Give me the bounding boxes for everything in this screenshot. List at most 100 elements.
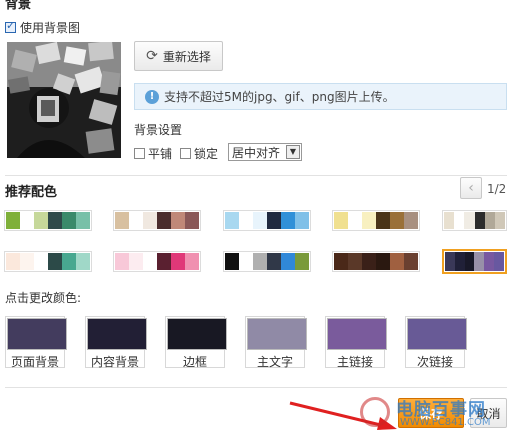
color-card[interactable]: 内容背景 (85, 316, 147, 369)
palette-swatch[interactable] (223, 251, 311, 272)
palette-color-chip (157, 212, 171, 229)
palette-color-chip (281, 253, 295, 270)
color-card[interactable]: 边框 (165, 316, 227, 369)
color-label: 边框 (182, 355, 207, 369)
color-card[interactable]: 页面背景 (5, 316, 67, 369)
change-colors-title: 点击更改颜色: (5, 291, 82, 305)
palette-color-chip (362, 212, 376, 229)
palette-color-chip (295, 212, 309, 229)
tile-option[interactable]: 平铺 (134, 145, 172, 162)
palette-color-chip (362, 253, 376, 270)
dropdown-arrow-icon[interactable]: ▼ (286, 145, 300, 159)
background-section-title: 背景 (5, 0, 32, 12)
palette-color-chip (20, 212, 34, 229)
divider-bottom (5, 387, 507, 388)
palette-color-chip (404, 212, 418, 229)
palette-color-chip (48, 253, 62, 270)
palette-swatch[interactable] (442, 249, 507, 274)
lock-label: 锁定 (194, 147, 219, 161)
color-preview[interactable] (7, 318, 67, 350)
palette-color-chip (253, 212, 267, 229)
palette-color-chip (464, 252, 475, 271)
palette-color-chip (239, 253, 253, 270)
palette-color-chip (115, 253, 129, 270)
palette-swatch[interactable] (4, 251, 92, 272)
color-preview[interactable] (167, 318, 227, 350)
reselect-button[interactable]: ⟳ 重新选择 (134, 41, 223, 71)
palette-color-chip (171, 212, 185, 229)
palette-color-chip (6, 253, 20, 270)
lock-checkbox[interactable] (180, 148, 191, 159)
palette-color-chip (484, 212, 495, 229)
palette-color-chip (334, 212, 348, 229)
palette-color-chip (48, 212, 62, 229)
color-label: 内容背景 (90, 355, 139, 369)
cancel-button[interactable]: 取消 (470, 398, 507, 428)
palette-color-chip (185, 212, 199, 229)
color-preview[interactable] (407, 318, 467, 350)
palette-color-chip (143, 253, 157, 270)
palette-color-chip (171, 253, 185, 270)
palette-color-chip (225, 253, 239, 270)
palette-color-chip (115, 212, 129, 229)
palette-color-chip (464, 212, 475, 229)
lock-option[interactable]: 锁定 (180, 145, 218, 162)
palette-color-chip (348, 253, 362, 270)
palette-swatch[interactable] (332, 251, 420, 272)
color-card[interactable]: 主链接 (325, 316, 387, 369)
color-card[interactable]: 主文字 (245, 316, 307, 369)
palette-color-chip (454, 212, 465, 229)
use-background-row[interactable]: 使用背景图 (5, 19, 80, 36)
palette-color-chip (253, 253, 267, 270)
align-select[interactable]: 居中对齐 ▼ (228, 143, 302, 161)
palette-color-chip (494, 252, 504, 271)
chevron-left-icon: ‹ (468, 180, 474, 196)
palette-color-chip (348, 212, 362, 229)
background-thumbnail-image (7, 42, 121, 158)
palette-color-chip (474, 212, 485, 229)
palette-swatch[interactable] (442, 210, 507, 231)
palette-color-chip (376, 253, 390, 270)
color-preview[interactable] (327, 318, 387, 350)
palette-color-chip (62, 253, 76, 270)
palette-color-chip (454, 252, 465, 271)
palette-color-chip (185, 253, 199, 270)
color-card[interactable]: 次链接 (405, 316, 467, 369)
save-button[interactable]: 保存 (398, 398, 464, 428)
color-label: 次链接 (416, 355, 453, 369)
palette-swatch[interactable] (223, 210, 311, 231)
palette-swatch[interactable] (4, 210, 92, 231)
palette-swatch[interactable] (113, 251, 201, 272)
palette-color-chip (390, 212, 404, 229)
palette-swatch[interactable] (113, 210, 201, 231)
palette-color-chip (474, 252, 485, 271)
color-preview[interactable] (247, 318, 307, 350)
palette-color-chip (34, 253, 48, 270)
upload-info-box: ! 支持不超过5M的jpg、gif、png图片上传。 (134, 83, 507, 110)
palette-color-chip (376, 212, 390, 229)
tile-checkbox[interactable] (134, 148, 145, 159)
palette-color-chip (143, 212, 157, 229)
palette-color-chip (281, 212, 295, 229)
palette-swatch[interactable] (332, 210, 420, 231)
palette-color-chip (6, 212, 20, 229)
palette-color-chip (390, 253, 404, 270)
palette-color-chip (62, 212, 76, 229)
palette-color-chip (267, 253, 281, 270)
palette-color-chip (20, 253, 34, 270)
cancel-label: 取消 (476, 406, 501, 421)
palette-color-chip (445, 252, 455, 271)
palette-color-chip (295, 253, 309, 270)
color-preview[interactable] (87, 318, 147, 350)
palette-color-chip (494, 212, 506, 229)
use-background-checkbox[interactable] (5, 19, 16, 33)
palette-color-chip (129, 253, 143, 270)
info-icon: ! (145, 89, 159, 104)
prev-page-button[interactable]: ‹ (460, 177, 482, 199)
palette-color-chip (76, 212, 90, 229)
reselect-label: 重新选择 (162, 49, 211, 64)
color-label: 主链接 (336, 355, 373, 369)
palette-color-chip (444, 212, 455, 229)
tile-label: 平铺 (148, 147, 173, 161)
palette-color-chip (76, 253, 90, 270)
